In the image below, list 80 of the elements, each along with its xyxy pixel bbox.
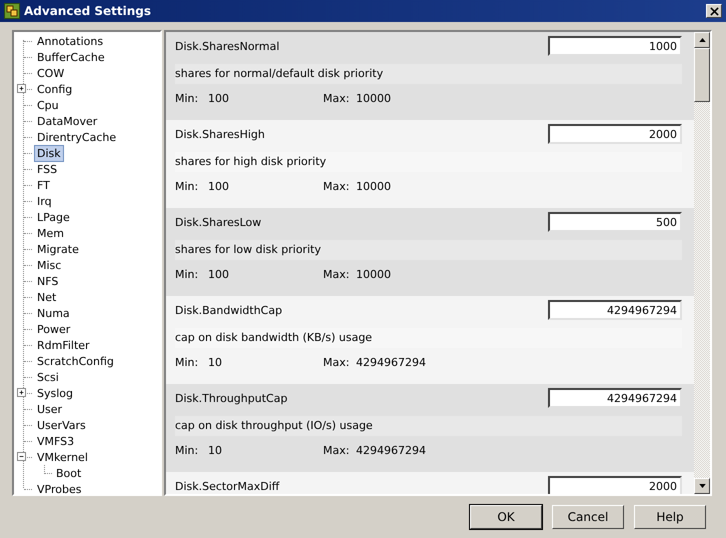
close-button[interactable]	[706, 4, 722, 18]
scrollbar[interactable]	[694, 32, 710, 494]
tree-item[interactable]: FSS	[34, 160, 60, 178]
close-icon	[710, 6, 718, 16]
min-value: 100	[208, 268, 230, 281]
expand-icon[interactable]	[17, 84, 26, 93]
min-label: Min:	[175, 180, 200, 193]
value-field[interactable]: 1000	[548, 36, 682, 56]
min-value: 10	[208, 444, 223, 457]
tree-item[interactable]: FT	[34, 176, 53, 194]
tree-item[interactable]: VMFS3	[34, 432, 78, 450]
setting-description: shares for normal/default disk priority	[175, 64, 682, 84]
max-label: Max:	[323, 268, 350, 281]
setting-name: Disk.SharesLow	[175, 216, 262, 229]
min-label: Min:	[175, 268, 200, 281]
value-field[interactable]: 2000	[548, 124, 682, 144]
tree-item[interactable]: Net	[34, 288, 60, 306]
max-label: Max:	[323, 356, 350, 369]
down-arrow-icon	[698, 484, 706, 488]
min-value: 100	[208, 180, 230, 193]
expand-icon[interactable]	[17, 388, 26, 397]
value-field[interactable]: 500	[548, 212, 682, 232]
scroll-down-button[interactable]	[694, 478, 710, 494]
min-label: Min:	[175, 356, 200, 369]
setting-name: Disk.BandwidthCap	[175, 304, 282, 317]
collapse-icon[interactable]	[17, 452, 26, 461]
tree-item[interactable]: RdmFilter	[34, 336, 93, 354]
setting-name: Disk.SharesNormal	[175, 40, 280, 53]
tree-item[interactable]: DataMover	[34, 112, 100, 130]
tree-item[interactable]: VProbes	[34, 480, 84, 498]
max-label: Max:	[323, 444, 350, 457]
tree-item[interactable]: Config	[34, 80, 76, 98]
tree-item[interactable]: Power	[34, 320, 74, 338]
min-label: Min:	[175, 92, 200, 105]
dialog-button[interactable]: Help	[634, 505, 706, 529]
tree-item[interactable]: BufferCache	[34, 48, 108, 66]
value-field[interactable]: 4294967294	[548, 300, 682, 320]
tree-item[interactable]: Syslog	[34, 384, 76, 402]
dialog-button[interactable]: OK	[470, 505, 542, 529]
tree-item[interactable]: Annotations	[34, 32, 106, 50]
tree-item[interactable]: LPage	[34, 208, 73, 226]
tree-item[interactable]: COW	[34, 64, 68, 82]
tree-item[interactable]: VMkernel	[34, 448, 91, 466]
tree-item[interactable]: Misc	[34, 256, 64, 274]
tree-item[interactable]: NFS	[34, 272, 62, 290]
tree-item[interactable]: DirentryCache	[34, 128, 120, 146]
up-arrow-icon	[698, 38, 706, 42]
tree-item[interactable]: Disk	[34, 144, 64, 162]
tree-item[interactable]: Migrate	[34, 240, 82, 258]
tree-item[interactable]: User	[34, 400, 66, 418]
app-icon	[4, 3, 20, 19]
tree-item[interactable]: Scsi	[34, 368, 62, 386]
setting-description: cap on disk throughput (IO/s) usage	[175, 416, 682, 436]
setting-name: Disk.ThroughputCap	[175, 392, 288, 405]
setting-name: Disk.SectorMaxDiff	[175, 480, 280, 493]
min-value: 100	[208, 92, 230, 105]
max-value: 4294967294	[356, 444, 426, 457]
tree-item[interactable]: Numa	[34, 304, 73, 322]
tree-item[interactable]: Cpu	[34, 96, 62, 114]
setting-name: Disk.SharesHigh	[175, 128, 265, 141]
tree-item[interactable]: Irq	[34, 192, 55, 210]
max-value: 4294967294	[356, 356, 426, 369]
tree-item[interactable]: Mem	[34, 224, 67, 242]
value-field[interactable]: 4294967294	[548, 388, 682, 408]
scroll-up-button[interactable]	[694, 32, 710, 48]
dialog-button[interactable]: Cancel	[552, 505, 624, 529]
max-value: 10000	[356, 180, 391, 193]
min-label: Min:	[175, 444, 200, 457]
max-label: Max:	[323, 92, 350, 105]
value-field[interactable]: 2000	[548, 476, 682, 494]
scroll-thumb[interactable]	[694, 48, 710, 102]
tree-item[interactable]: Boot	[53, 464, 84, 482]
min-value: 10	[208, 356, 223, 369]
max-label: Max:	[323, 180, 350, 193]
max-value: 10000	[356, 268, 391, 281]
max-value: 10000	[356, 92, 391, 105]
tree-item[interactable]: ScratchConfig	[34, 352, 117, 370]
window-title: Advanced Settings	[24, 4, 152, 18]
tree-item[interactable]: UserVars	[34, 416, 89, 434]
setting-description: shares for low disk priority	[175, 240, 682, 260]
